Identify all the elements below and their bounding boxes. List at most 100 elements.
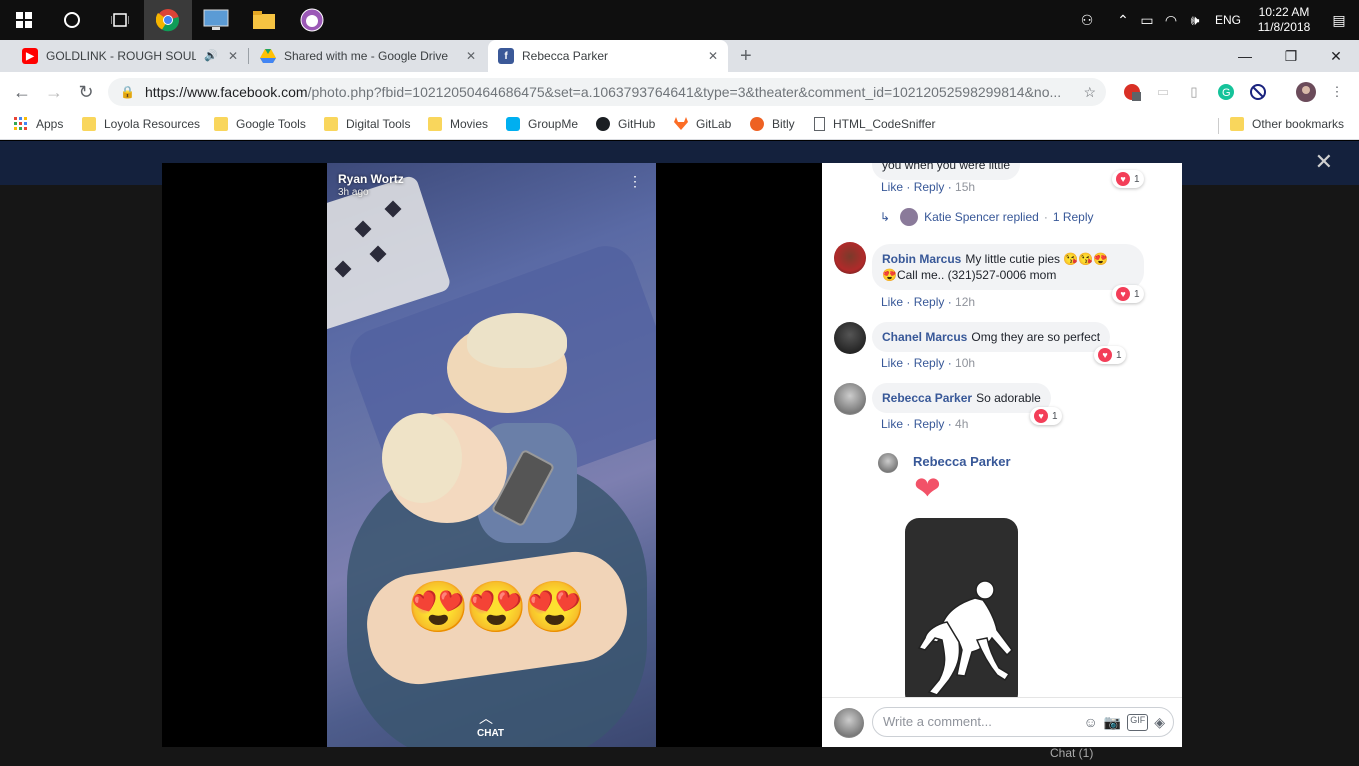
tab-rebecca-parker[interactable]: f Rebecca Parker ✕: [488, 40, 728, 72]
file-explorer-icon[interactable]: [240, 0, 288, 40]
avatar[interactable]: [834, 708, 864, 738]
view-replies-link[interactable]: ↳ Katie Spencer replied · 1 Reply: [880, 208, 1094, 226]
profile-avatar[interactable]: [1296, 82, 1316, 102]
like-link[interactable]: Like: [881, 180, 903, 194]
youtube-icon: ▶: [22, 48, 38, 64]
task-view-icon[interactable]: [96, 0, 144, 40]
comment-author[interactable]: Chanel Marcus: [882, 330, 967, 344]
back-button[interactable]: ←: [6, 82, 38, 103]
windows-start-icon[interactable]: [0, 0, 48, 40]
lock-icon[interactable]: 🔒: [120, 85, 135, 99]
minimize-button[interactable]: —: [1222, 40, 1268, 72]
bookmark-github[interactable]: GitHub: [596, 117, 655, 131]
close-tab-icon[interactable]: ✕: [708, 49, 718, 63]
photo-username: Ryan Wortz: [338, 172, 404, 186]
chrome-taskbar-icon[interactable]: [144, 0, 192, 40]
like-link[interactable]: Like: [881, 356, 903, 370]
bookmark-bitly[interactable]: Bitly: [750, 117, 795, 131]
sticker-image[interactable]: [905, 518, 1018, 708]
tab-title: Shared with me - Google Drive: [284, 49, 449, 63]
grammarly-icon[interactable]: G: [1216, 82, 1236, 102]
bookmark-google-tools[interactable]: Google Tools: [214, 117, 306, 131]
bookmark-groupme[interactable]: GroupMe: [506, 117, 578, 131]
reaction-count[interactable]: ♥ 1: [1030, 407, 1062, 425]
chat-sidebar-label[interactable]: Chat (1): [1050, 746, 1093, 760]
camera-icon[interactable]: 📷: [1104, 714, 1121, 731]
tab-google-drive[interactable]: Shared with me - Google Drive ✕: [250, 40, 486, 72]
avatar[interactable]: [834, 383, 866, 415]
reply-link[interactable]: Reply: [914, 295, 945, 309]
chrome-menu-icon[interactable]: ⋮: [1327, 82, 1347, 102]
bookmark-other-bookmarks[interactable]: Other bookmarks: [1230, 117, 1344, 131]
cortana-search-icon[interactable]: [48, 0, 96, 40]
bookmark-star-icon[interactable]: ☆: [1083, 84, 1096, 101]
block-extension-icon[interactable]: [1248, 82, 1268, 102]
close-tab-icon[interactable]: ✕: [466, 49, 476, 63]
comment-bubble: Rebecca Parker So adorable: [872, 383, 1051, 413]
maximize-button[interactable]: ❐: [1268, 40, 1314, 72]
avatar: [900, 208, 919, 226]
bookmark-movies[interactable]: Movies: [428, 117, 488, 131]
reload-button[interactable]: ↻: [70, 82, 102, 103]
avatar[interactable]: [834, 242, 866, 274]
comment-time[interactable]: 12h: [955, 295, 975, 309]
reaction-count[interactable]: ♥ 1: [1094, 346, 1126, 364]
comment-bubble: Robin Marcus My little cutie pies 😘😘😍 😍Ca…: [872, 244, 1144, 290]
message-extension-icon[interactable]: ▭: [1153, 82, 1173, 102]
remote-desktop-icon[interactable]: [192, 0, 240, 40]
heart-eyes-emojis: 😍😍😍: [407, 579, 586, 635]
notifications-icon[interactable]: ▤: [1319, 12, 1359, 29]
bookmark-loyola-resources[interactable]: Loyola Resources: [82, 117, 200, 131]
new-tab-button[interactable]: +: [740, 45, 752, 68]
comment-author[interactable]: Robin Marcus: [882, 252, 961, 266]
adblock-extension-icon[interactable]: [1122, 82, 1142, 102]
tab-youtube[interactable]: ▶ GOLDLINK - ROUGH SOUL ( 🔊 ✕: [12, 40, 248, 72]
avatar[interactable]: [878, 453, 898, 473]
sticker-icon[interactable]: ◈: [1154, 714, 1165, 731]
reply-link[interactable]: Reply: [914, 180, 945, 194]
comment-input[interactable]: Write a comment... ☺ 📷 GIF ◈: [872, 707, 1174, 737]
people-icon[interactable]: ⚇: [1075, 12, 1099, 29]
avatar[interactable]: [834, 322, 866, 354]
emoji-icon[interactable]: ☺: [1083, 714, 1097, 731]
chevron-up-icon[interactable]: ⌃: [1111, 12, 1135, 29]
snapchat-photo[interactable]: Ryan Wortz 3h ago ⋮ 😍😍😍 ︿ CHAT: [327, 163, 656, 747]
reply-link[interactable]: Reply: [914, 417, 945, 431]
gif-icon[interactable]: GIF: [1127, 714, 1149, 731]
bookmark-html-codesniffer[interactable]: HTML_CodeSniffer: [814, 117, 936, 131]
bookmark-apps[interactable]: Apps: [14, 117, 63, 131]
document-extension-icon[interactable]: ▯: [1184, 82, 1204, 102]
like-link[interactable]: Like: [881, 417, 903, 431]
photo-theater: Ryan Wortz 3h ago ⋮ 😍😍😍 ︿ CHAT: [162, 163, 822, 747]
comment-actions: Like · Reply · 4h: [881, 417, 969, 431]
close-tab-icon[interactable]: ✕: [228, 49, 238, 63]
chat-label: CHAT: [477, 728, 505, 739]
reply-author[interactable]: Rebecca Parker: [913, 454, 1011, 469]
bookmark-digital-tools[interactable]: Digital Tools: [324, 117, 410, 131]
heart-emoji: ❤: [914, 470, 941, 506]
comment-time[interactable]: 15h: [955, 180, 975, 194]
battery-icon[interactable]: ▭: [1135, 12, 1159, 29]
reply-link[interactable]: Reply: [914, 356, 945, 370]
comment-time[interactable]: 4h: [955, 417, 968, 431]
bitly-icon: [750, 117, 764, 131]
wifi-icon[interactable]: ◠: [1159, 12, 1183, 29]
github-desktop-icon[interactable]: [288, 0, 336, 40]
language-indicator[interactable]: ENG: [1215, 13, 1241, 27]
reaction-count[interactable]: ♥ 1: [1112, 170, 1144, 188]
address-bar[interactable]: 🔒 https://www.facebook.com/photo.php?fbi…: [108, 78, 1106, 106]
forward-button[interactable]: →: [38, 82, 70, 103]
comment-author[interactable]: Rebecca Parker: [882, 391, 972, 405]
audio-icon[interactable]: 🔊: [204, 49, 218, 62]
clock[interactable]: 10:22 AM 11/8/2018: [1249, 5, 1319, 35]
volume-icon[interactable]: 🕪: [1183, 12, 1207, 29]
close-theater-icon[interactable]: ✕: [1315, 149, 1333, 175]
reaction-count[interactable]: ♥ 1: [1112, 285, 1144, 303]
facebook-icon: f: [498, 48, 514, 64]
like-link[interactable]: Like: [881, 295, 903, 309]
close-window-button[interactable]: ✕: [1313, 40, 1359, 72]
more-options-icon: ⋮: [628, 173, 642, 189]
folder-icon: [214, 117, 228, 131]
comment-time[interactable]: 10h: [955, 356, 975, 370]
bookmark-gitlab[interactable]: GitLab: [674, 117, 731, 131]
